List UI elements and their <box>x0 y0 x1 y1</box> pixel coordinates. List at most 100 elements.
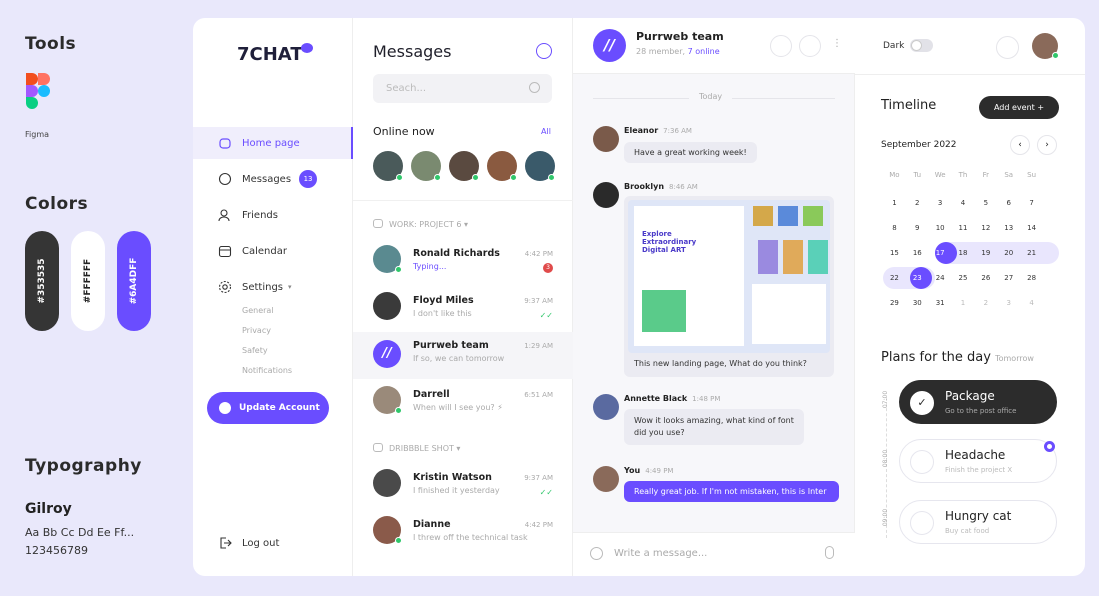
avatar <box>593 466 619 492</box>
chat-app: 7CHAT Home page Messages 13 Friends Cale… <box>193 18 1085 576</box>
shield-icon <box>219 402 231 414</box>
landing-preview-image[interactable]: Explore Extraordinary Digital ART <box>628 200 830 353</box>
online-title: Online now <box>373 125 435 138</box>
avatar <box>373 292 401 320</box>
nav-calendar[interactable]: Calendar <box>193 235 353 267</box>
dark-mode-label: Dark <box>883 41 905 51</box>
font-sample: Aa Bb Cc Dd Ee Ff... <box>25 526 135 539</box>
chat-item[interactable]: Dianne I threw off the technical task 4:4… <box>353 511 573 558</box>
avatar <box>593 126 619 152</box>
weekday-row: Mo Tu We Th Fr Sa Su <box>889 171 1037 179</box>
chat-item[interactable]: Ronald Richards Typing... 4:42 PM 3 <box>353 240 573 287</box>
message-sender: Brooklyn 8:46 AM <box>624 182 698 191</box>
nav-messages-label: Messages <box>242 173 292 185</box>
search-icon <box>529 82 540 93</box>
more-icon[interactable]: ⋮ <box>832 38 842 49</box>
settings-notifications[interactable]: Notifications <box>242 366 292 375</box>
plan-item[interactable]: Headache Finish the project X <box>899 439 1057 483</box>
time-label: 08:00 <box>882 449 890 468</box>
figma-icon <box>25 72 51 110</box>
chat-item-selected[interactable]: // Purrweb team If so, we can tomorrow 1:… <box>353 332 573 379</box>
message-sender: Eleanor 7:36 AM <box>624 126 692 135</box>
calendar-week[interactable]: 15 16 17 18 19 20 21 <box>883 242 1043 264</box>
message-sender: Annette Black 1:48 PM <box>624 394 721 403</box>
messages-badge: 13 <box>299 170 318 188</box>
calendar-week[interactable]: 8 9 10 11 12 13 14 <box>883 217 1043 239</box>
chat-item[interactable]: Floyd Miles I don't like this 9:37 AM ✓✓ <box>353 287 573 334</box>
notification-bell-icon[interactable] <box>996 36 1019 59</box>
settings-privacy[interactable]: Privacy <box>242 326 271 335</box>
chevron-left-icon[interactable]: ‹ <box>1010 135 1030 155</box>
logo-bubble-icon <box>301 43 313 53</box>
phone-icon[interactable] <box>799 35 821 57</box>
avatar <box>593 182 619 208</box>
colors-title: Colors <box>25 194 89 214</box>
emoji-icon[interactable] <box>590 547 603 560</box>
friends-icon <box>218 208 232 222</box>
swatch-dark: #353535 <box>25 231 59 331</box>
unread-badge: 3 <box>543 263 553 273</box>
section-work[interactable]: WORK: PROJECT 6 ▾ <box>373 219 468 229</box>
avatar <box>373 469 401 497</box>
nav-home[interactable]: Home page <box>193 127 353 159</box>
chevron-down-icon: ▾ <box>288 283 292 291</box>
add-event-button[interactable]: Add event + <box>979 96 1059 119</box>
image-message[interactable]: Explore Extraordinary Digital ART This n… <box>624 196 834 377</box>
font-name: Gilroy <box>25 501 72 517</box>
logout-label: Log out <box>242 537 280 549</box>
nav-friends[interactable]: Friends <box>193 199 353 231</box>
calendar-week[interactable]: 1234567 <box>883 192 1043 214</box>
compose-icon[interactable] <box>536 43 552 59</box>
time-label: 07:00 <box>882 390 890 409</box>
folder-icon <box>373 219 383 228</box>
team-members: 28 member, 7 online <box>636 47 720 56</box>
folder-icon <box>373 443 383 452</box>
nav-settings[interactable]: Settings ▾ <box>193 271 353 303</box>
team-avatar: // <box>593 29 626 62</box>
microphone-icon[interactable] <box>825 546 834 559</box>
home-icon <box>218 136 232 150</box>
nav-calendar-label: Calendar <box>242 245 287 257</box>
time-label: 09:00 <box>882 508 890 527</box>
nav-home-label: Home page <box>242 137 300 149</box>
dark-mode-toggle[interactable] <box>910 39 933 52</box>
logout-icon <box>218 536 232 550</box>
online-all-link[interactable]: All <box>541 127 551 136</box>
read-check-icon: ✓✓ <box>539 488 553 497</box>
team-name: Purrweb team <box>636 30 724 43</box>
check-icon[interactable]: ✓ <box>910 391 934 415</box>
section-dribbble[interactable]: DRIBBBLE SHOT ▾ <box>373 443 460 453</box>
message-input[interactable]: Write a message... <box>614 548 707 559</box>
own-message-bubble: Really great job. If I'm not mistaken, t… <box>624 481 839 502</box>
gear-icon <box>218 280 232 294</box>
plan-item-done[interactable]: ✓ Package Go to the post office <box>899 380 1057 424</box>
checkbox[interactable] <box>910 511 934 535</box>
chat-item[interactable]: Kristin Watson I finished it yesterday 9:… <box>353 464 573 511</box>
video-call-icon[interactable] <box>770 35 792 57</box>
chevron-right-icon[interactable]: › <box>1037 135 1057 155</box>
plans-title: Plans for the day Tomorrow <box>881 350 1034 365</box>
update-account-label: Update Account <box>239 403 320 413</box>
calendar-week[interactable]: 29 30 31 1 2 3 4 <box>883 292 1043 314</box>
logout-button[interactable]: Log out <box>193 527 353 559</box>
nav-messages[interactable]: Messages 13 <box>193 163 353 195</box>
figma-label: Figma <box>25 130 50 139</box>
search-input[interactable]: Seach... <box>373 74 552 103</box>
nav-settings-label: Settings <box>242 281 284 293</box>
swatch-accent: #6A4DFF <box>117 231 151 331</box>
checkbox[interactable] <box>910 450 934 474</box>
swatch-white: #FFFFFF <box>71 231 105 331</box>
date-divider: Today <box>689 92 733 101</box>
message-bubble: Have a great working week! <box>624 142 757 163</box>
chat-item[interactable]: Darrell When will I see you? ⚡ 6:51 AM <box>353 381 573 428</box>
plan-item[interactable]: Hungry cat Buy cat food <box>899 500 1057 544</box>
update-account-button[interactable]: Update Account <box>207 392 329 424</box>
search-placeholder: Seach... <box>386 83 426 94</box>
tools-title: Tools <box>25 34 77 54</box>
settings-general[interactable]: General <box>242 306 274 315</box>
nav-friends-label: Friends <box>242 209 278 221</box>
message-sender: You 4:49 PM <box>624 466 674 475</box>
settings-safety[interactable]: Safety <box>242 346 268 355</box>
calendar-week[interactable]: 22 23 24 25 26 27 28 <box>883 267 1043 289</box>
calendar-icon <box>218 244 232 258</box>
